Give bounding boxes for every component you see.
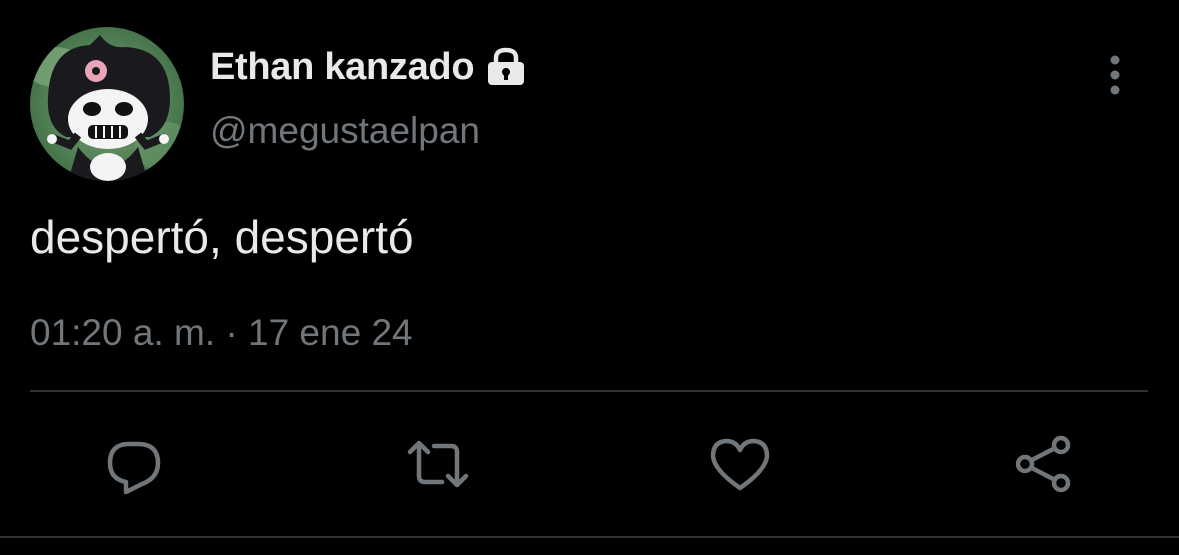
tweet-card: Ethan kanzado @megustaelpan despertó, de… xyxy=(0,0,1179,555)
display-name[interactable]: Ethan kanzado xyxy=(210,46,475,89)
tweet-time: 01:20 a. m. xyxy=(30,312,216,353)
user-handle[interactable]: @megustaelpan xyxy=(210,110,480,152)
lock-icon xyxy=(484,47,528,87)
display-name-row[interactable]: Ethan kanzado xyxy=(210,44,528,90)
tweet-timestamp[interactable]: 01:20 a. m. · 17 ene 24 xyxy=(30,312,413,354)
bottom-divider xyxy=(0,536,1179,538)
reply-icon xyxy=(107,441,161,495)
tweet-date: 17 ene 24 xyxy=(248,312,413,353)
avatar-image xyxy=(30,27,184,181)
retweet-button[interactable] xyxy=(406,432,470,496)
reply-button[interactable] xyxy=(102,432,166,496)
heart-icon xyxy=(710,438,770,491)
tweet-text: despertó, despertó xyxy=(30,211,414,263)
avatar[interactable] xyxy=(30,27,184,181)
meta-separator: · xyxy=(225,312,238,353)
share-icon xyxy=(1015,435,1071,493)
more-vertical-icon[interactable] xyxy=(1098,52,1132,98)
share-button[interactable] xyxy=(1012,432,1076,496)
like-button[interactable] xyxy=(708,432,772,496)
retweet-icon xyxy=(407,440,469,488)
divider xyxy=(30,390,1148,392)
